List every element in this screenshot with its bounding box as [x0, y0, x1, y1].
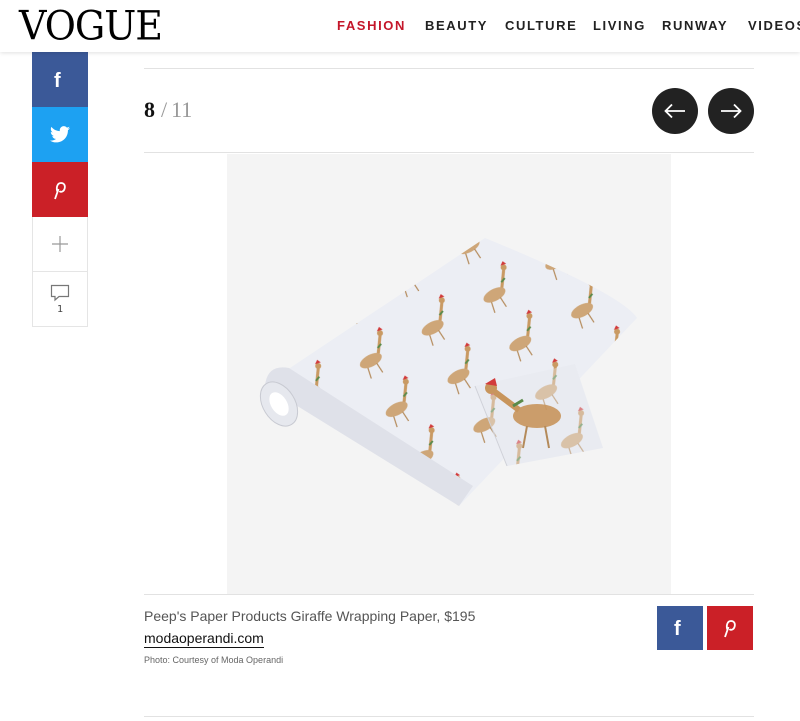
comments-button[interactable]: 1	[32, 272, 88, 327]
pinterest-share-item-button[interactable]	[707, 606, 753, 650]
facebook-share-button[interactable]: f	[32, 52, 88, 107]
slide-total: 11	[171, 97, 193, 122]
giraffe-wrapping-paper-image	[259, 238, 637, 506]
slide-separator: /	[161, 97, 168, 122]
arrow-left-icon	[664, 103, 685, 119]
photo-credit: Photo: Courtesy of Moda Operandi	[144, 655, 284, 665]
twitter-icon	[50, 126, 70, 143]
vogue-logo[interactable]: VOGUE	[19, 3, 163, 49]
svg-text:f: f	[54, 70, 61, 91]
retailer-link[interactable]: modaoperandi.com	[144, 630, 264, 648]
divider-top	[144, 68, 754, 69]
social-share-sidebar: f 1	[32, 52, 88, 327]
svg-text:f: f	[674, 618, 681, 639]
comment-icon	[50, 284, 70, 301]
nav-runway[interactable]: RUNWAY	[662, 17, 728, 35]
slide-current: 8	[144, 97, 155, 122]
pinterest-share-button[interactable]	[32, 162, 88, 217]
divider-photo	[144, 594, 754, 595]
nav-videos[interactable]: VIDEOS	[748, 17, 800, 35]
next-slide-button[interactable]	[708, 88, 754, 134]
pinterest-icon	[724, 620, 736, 638]
facebook-share-item-button[interactable]: f	[657, 606, 703, 650]
nav-culture[interactable]: CULTURE	[505, 17, 577, 35]
nav-fashion[interactable]: FASHION	[337, 17, 406, 35]
product-caption: Peep's Paper Products Giraffe Wrapping P…	[144, 608, 476, 624]
site-header: VOGUE FASHION BEAUTY CULTURE LIVING RUNW…	[0, 0, 800, 52]
facebook-icon: f	[54, 70, 61, 91]
slide-counter: 8/11	[144, 96, 192, 124]
facebook-icon: f	[674, 618, 681, 639]
pinterest-icon	[54, 181, 66, 199]
twitter-share-button[interactable]	[32, 107, 88, 162]
divider-bottom	[144, 716, 754, 717]
nav-living[interactable]: LIVING	[593, 17, 646, 35]
more-share-button[interactable]	[32, 217, 88, 272]
product-photo[interactable]	[227, 154, 671, 594]
arrow-right-icon	[721, 103, 742, 119]
plus-icon	[52, 236, 68, 252]
comment-count: 1	[56, 303, 64, 315]
previous-slide-button[interactable]	[652, 88, 698, 134]
nav-beauty[interactable]: BEAUTY	[425, 17, 488, 35]
divider-slide	[144, 152, 754, 153]
